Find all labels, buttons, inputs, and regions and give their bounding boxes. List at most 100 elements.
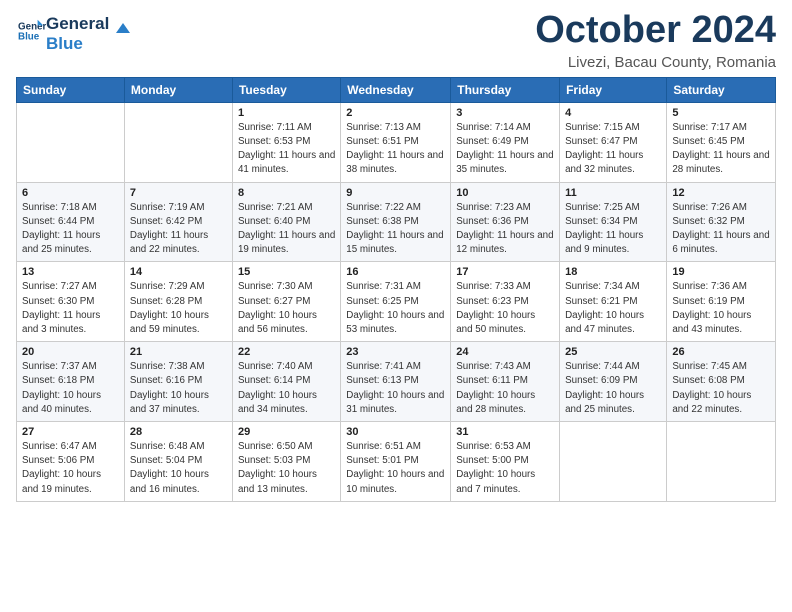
day-detail: Sunrise: 6:51 AM Sunset: 5:01 PM Dayligh… — [346, 440, 445, 497]
day-number: 30 — [346, 426, 445, 438]
day-number: 13 — [22, 266, 119, 278]
calendar-day-header: Tuesday — [232, 77, 340, 102]
day-detail: Sunrise: 7:11 AM Sunset: 6:53 PM Dayligh… — [238, 121, 335, 178]
day-number: 25 — [565, 346, 661, 358]
location: Livezi, Bacau County, Romania — [535, 54, 776, 71]
calendar-cell: 12Sunrise: 7:26 AM Sunset: 6:32 PM Dayli… — [667, 182, 776, 262]
calendar-cell: 28Sunrise: 6:48 AM Sunset: 5:04 PM Dayli… — [124, 422, 232, 502]
title-block: October 2024 Livezi, Bacau County, Roman… — [535, 10, 776, 71]
calendar-table: SundayMondayTuesdayWednesdayThursdayFrid… — [16, 77, 776, 502]
calendar-cell: 6 Sunrise: 7:18 AM Sunset: 6:44 PM Daylig… — [17, 182, 125, 262]
day-number: 26 — [672, 346, 770, 358]
calendar-week-row: 1 Sunrise: 7:11 AM Sunset: 6:53 PM Daylig… — [17, 102, 776, 182]
calendar-cell: 8Sunrise: 7:21 AM Sunset: 6:40 PM Daylig… — [232, 182, 340, 262]
calendar-week-row: 6 Sunrise: 7:18 AM Sunset: 6:44 PM Daylig… — [17, 182, 776, 262]
calendar-cell: 25 Sunrise: 7:44 AM Sunset: 6:09 PM Dayli… — [560, 342, 667, 422]
calendar-week-row: 13 Sunrise: 7:27 AM Sunset: 6:30 PM Dayli… — [17, 262, 776, 342]
day-number: 19 — [672, 266, 770, 278]
day-number: 23 — [346, 346, 445, 358]
calendar-cell — [560, 422, 667, 502]
calendar-day-header: Friday — [560, 77, 667, 102]
day-detail: Sunrise: 7:27 AM Sunset: 6:30 PM Dayligh… — [22, 280, 119, 337]
calendar-cell: 27Sunrise: 6:47 AM Sunset: 5:06 PM Dayli… — [17, 422, 125, 502]
day-detail: Sunrise: 7:25 AM Sunset: 6:34 PM Dayligh… — [565, 201, 661, 258]
calendar-cell: 2 Sunrise: 7:13 AM Sunset: 6:51 PM Daylig… — [341, 102, 451, 182]
day-detail: Sunrise: 7:21 AM Sunset: 6:40 PM Dayligh… — [238, 201, 335, 258]
day-detail: Sunrise: 7:38 AM Sunset: 6:16 PM Dayligh… — [130, 360, 227, 417]
day-detail: Sunrise: 6:47 AM Sunset: 5:06 PM Dayligh… — [22, 440, 119, 497]
day-detail: Sunrise: 7:43 AM Sunset: 6:11 PM Dayligh… — [456, 360, 554, 417]
day-detail: Sunrise: 7:45 AM Sunset: 6:08 PM Dayligh… — [672, 360, 770, 417]
calendar-cell: 11 Sunrise: 7:25 AM Sunset: 6:34 PM Dayli… — [560, 182, 667, 262]
calendar-cell: 16Sunrise: 7:31 AM Sunset: 6:25 PM Dayli… — [341, 262, 451, 342]
day-number: 28 — [130, 426, 227, 438]
day-number: 20 — [22, 346, 119, 358]
calendar-week-row: 20 Sunrise: 7:37 AM Sunset: 6:18 PM Dayli… — [17, 342, 776, 422]
day-detail: Sunrise: 6:50 AM Sunset: 5:03 PM Dayligh… — [238, 440, 335, 497]
calendar-cell: 4 Sunrise: 7:15 AM Sunset: 6:47 PM Daylig… — [560, 102, 667, 182]
page: General Blue General Blue October 2024 L… — [0, 0, 792, 512]
day-number: 14 — [130, 266, 227, 278]
day-detail: Sunrise: 7:41 AM Sunset: 6:13 PM Dayligh… — [346, 360, 445, 417]
calendar-cell: 1 Sunrise: 7:11 AM Sunset: 6:53 PM Daylig… — [232, 102, 340, 182]
calendar-cell — [17, 102, 125, 182]
svg-text:Blue: Blue — [18, 31, 40, 42]
day-number: 31 — [456, 426, 554, 438]
day-detail: Sunrise: 7:37 AM Sunset: 6:18 PM Dayligh… — [22, 360, 119, 417]
calendar-cell: 22 Sunrise: 7:40 AM Sunset: 6:14 PM Dayli… — [232, 342, 340, 422]
calendar-cell: 26 Sunrise: 7:45 AM Sunset: 6:08 PM Dayli… — [667, 342, 776, 422]
calendar-cell: 3 Sunrise: 7:14 AM Sunset: 6:49 PM Daylig… — [451, 102, 560, 182]
day-detail: Sunrise: 7:15 AM Sunset: 6:47 PM Dayligh… — [565, 121, 661, 178]
calendar-cell: 20 Sunrise: 7:37 AM Sunset: 6:18 PM Dayli… — [17, 342, 125, 422]
calendar-day-header: Thursday — [451, 77, 560, 102]
day-detail: Sunrise: 7:14 AM Sunset: 6:49 PM Dayligh… — [456, 121, 554, 178]
logo-arrow-icon — [112, 19, 134, 41]
day-detail: Sunrise: 7:34 AM Sunset: 6:21 PM Dayligh… — [565, 280, 661, 337]
calendar-day-header: Wednesday — [341, 77, 451, 102]
day-number: 6 — [22, 187, 119, 199]
calendar-cell: 19Sunrise: 7:36 AM Sunset: 6:19 PM Dayli… — [667, 262, 776, 342]
calendar-week-row: 27Sunrise: 6:47 AM Sunset: 5:06 PM Dayli… — [17, 422, 776, 502]
day-detail: Sunrise: 7:13 AM Sunset: 6:51 PM Dayligh… — [346, 121, 445, 178]
calendar-cell: 5 Sunrise: 7:17 AM Sunset: 6:45 PM Daylig… — [667, 102, 776, 182]
day-detail: Sunrise: 7:18 AM Sunset: 6:44 PM Dayligh… — [22, 201, 119, 258]
logo-icon: General Blue — [18, 17, 46, 45]
calendar-cell: 18 Sunrise: 7:34 AM Sunset: 6:21 PM Dayli… — [560, 262, 667, 342]
day-number: 3 — [456, 107, 554, 119]
day-detail: Sunrise: 7:30 AM Sunset: 6:27 PM Dayligh… — [238, 280, 335, 337]
day-detail: Sunrise: 7:17 AM Sunset: 6:45 PM Dayligh… — [672, 121, 770, 178]
day-detail: Sunrise: 7:31 AM Sunset: 6:25 PM Dayligh… — [346, 280, 445, 337]
logo-general: General — [46, 14, 109, 34]
day-number: 2 — [346, 107, 445, 119]
day-number: 18 — [565, 266, 661, 278]
calendar-cell: 13 Sunrise: 7:27 AM Sunset: 6:30 PM Dayli… — [17, 262, 125, 342]
calendar-cell: 15Sunrise: 7:30 AM Sunset: 6:27 PM Dayli… — [232, 262, 340, 342]
header: General Blue General Blue October 2024 L… — [16, 10, 776, 71]
month-title: October 2024 — [535, 10, 776, 52]
day-detail: Sunrise: 7:22 AM Sunset: 6:38 PM Dayligh… — [346, 201, 445, 258]
day-number: 11 — [565, 187, 661, 199]
day-number: 17 — [456, 266, 554, 278]
calendar-cell — [667, 422, 776, 502]
day-number: 22 — [238, 346, 335, 358]
calendar-cell: 14 Sunrise: 7:29 AM Sunset: 6:28 PM Dayli… — [124, 262, 232, 342]
day-detail: Sunrise: 7:44 AM Sunset: 6:09 PM Dayligh… — [565, 360, 661, 417]
day-number: 10 — [456, 187, 554, 199]
calendar-cell — [124, 102, 232, 182]
calendar-header-row: SundayMondayTuesdayWednesdayThursdayFrid… — [17, 77, 776, 102]
day-number: 5 — [672, 107, 770, 119]
logo: General Blue General Blue — [16, 14, 134, 53]
calendar-cell: 23 Sunrise: 7:41 AM Sunset: 6:13 PM Dayli… — [341, 342, 451, 422]
calendar-cell: 24Sunrise: 7:43 AM Sunset: 6:11 PM Dayli… — [451, 342, 560, 422]
day-detail: Sunrise: 7:29 AM Sunset: 6:28 PM Dayligh… — [130, 280, 227, 337]
calendar-day-header: Saturday — [667, 77, 776, 102]
day-number: 1 — [238, 107, 335, 119]
calendar-cell: 10 Sunrise: 7:23 AM Sunset: 6:36 PM Dayli… — [451, 182, 560, 262]
calendar-cell: 17Sunrise: 7:33 AM Sunset: 6:23 PM Dayli… — [451, 262, 560, 342]
day-detail: Sunrise: 7:40 AM Sunset: 6:14 PM Dayligh… — [238, 360, 335, 417]
day-number: 7 — [130, 187, 227, 199]
calendar-cell: 21Sunrise: 7:38 AM Sunset: 6:16 PM Dayli… — [124, 342, 232, 422]
day-detail: Sunrise: 7:23 AM Sunset: 6:36 PM Dayligh… — [456, 201, 554, 258]
day-number: 4 — [565, 107, 661, 119]
calendar-cell: 7Sunrise: 7:19 AM Sunset: 6:42 PM Daylig… — [124, 182, 232, 262]
